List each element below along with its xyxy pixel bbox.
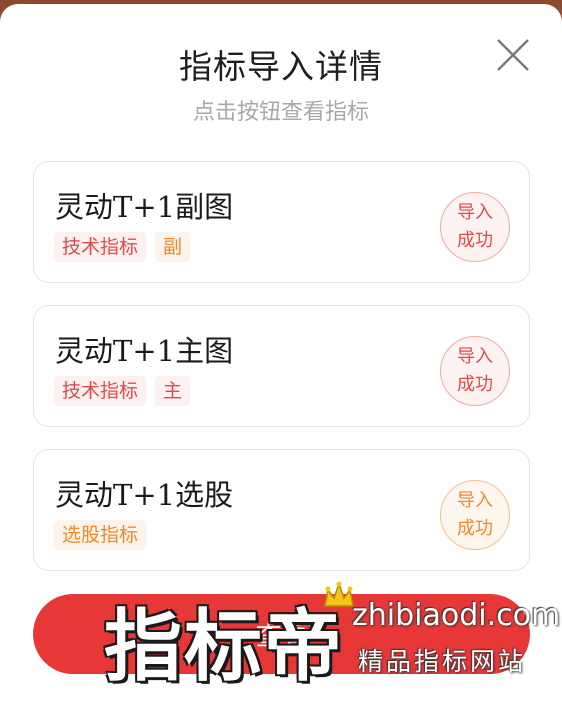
tag-stock-picking: 选股指标	[54, 520, 147, 550]
tag-technical: 技术指标	[54, 376, 147, 406]
import-success-badge: 导入 成功	[440, 192, 510, 262]
indicator-card-sub-chart[interactable]: 灵动T+1副图 技术指标 副 导入 成功	[33, 161, 530, 283]
view-indicators-button[interactable]: 查看	[33, 594, 530, 674]
indicator-card-main-chart[interactable]: 灵动T+1主图 技术指标 主 导入 成功	[33, 305, 530, 427]
badge-line-1: 导入	[457, 490, 493, 511]
badge-line-2: 成功	[457, 230, 493, 251]
tag-technical: 技术指标	[54, 232, 147, 262]
view-button-label: 查看	[255, 621, 308, 652]
tag-main: 主	[155, 376, 191, 406]
indicator-tags: 选股指标	[54, 520, 147, 550]
indicator-name: 灵动T+1副图	[55, 190, 234, 224]
badge-line-1: 导入	[457, 202, 493, 223]
import-success-badge: 导入 成功	[440, 336, 510, 406]
badge-line-2: 成功	[457, 518, 493, 539]
indicator-card-stock-picker[interactable]: 灵动T+1选股 选股指标 导入 成功	[33, 449, 530, 571]
dialog-subtitle: 点击按钮查看指标	[192, 100, 369, 125]
import-success-badge: 导入 成功	[440, 480, 510, 550]
indicator-tags: 技术指标 副	[54, 232, 191, 262]
badge-line-2: 成功	[457, 374, 493, 395]
import-details-dialog: 指标导入详情 点击按钮查看指标 灵动T+1副图 技术指标 副 导入 成功 灵动T…	[0, 4, 562, 705]
indicator-tags: 技术指标 主	[54, 376, 191, 406]
tag-sub: 副	[155, 232, 191, 262]
badge-line-1: 导入	[457, 346, 493, 367]
indicator-name: 灵动T+1选股	[55, 478, 234, 512]
indicator-name: 灵动T+1主图	[55, 334, 234, 368]
dialog-title: 指标导入详情	[179, 47, 383, 86]
close-icon[interactable]	[494, 36, 532, 74]
